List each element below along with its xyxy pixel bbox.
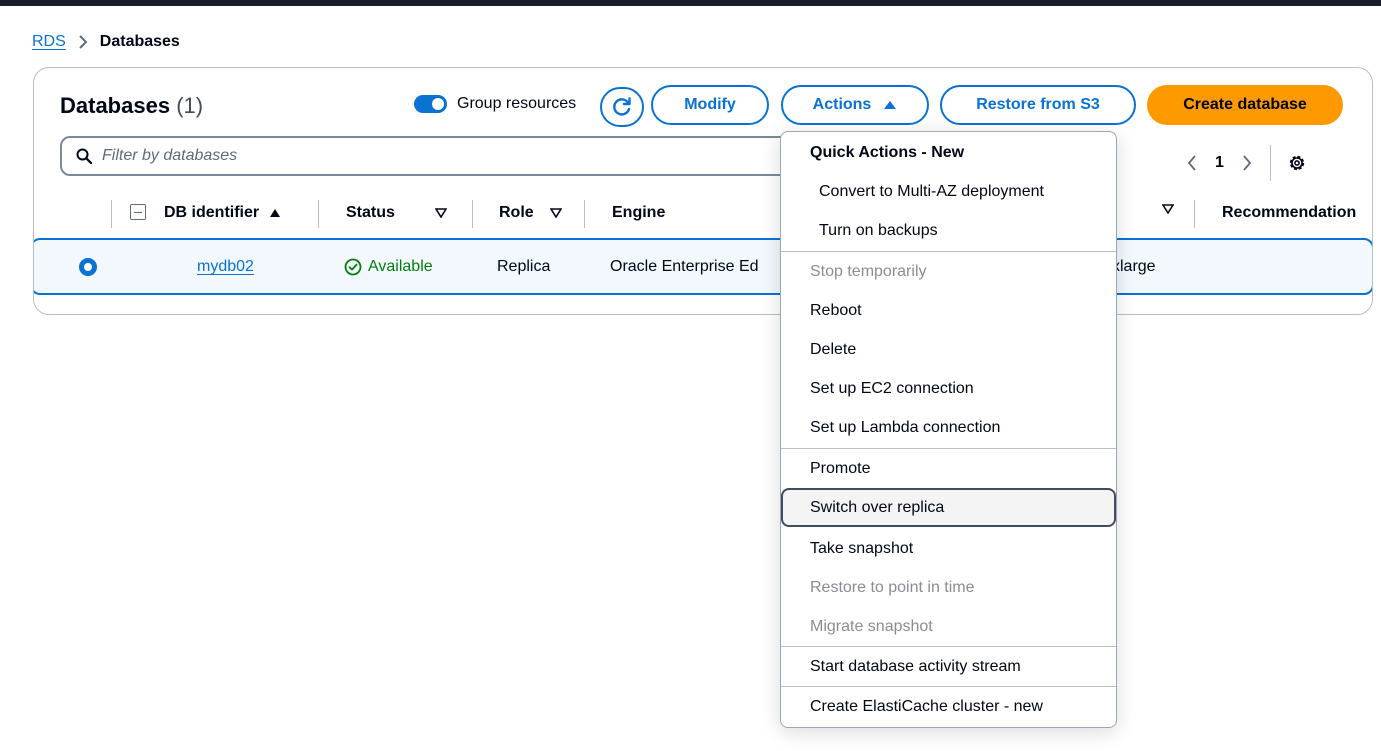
column-label: DB identifier	[164, 204, 260, 221]
restore-from-s3-button[interactable]: Restore from S3	[940, 85, 1136, 125]
gear-icon[interactable]	[1287, 153, 1307, 173]
chevron-right-icon	[78, 34, 88, 50]
column-label: Recommendation	[1222, 204, 1357, 221]
table-header: DB identifier Status Role Engine Recomme…	[34, 194, 1372, 234]
databases-container: Databases (1) Group resources Modify Act…	[33, 67, 1373, 315]
sort-icon	[434, 208, 447, 218]
status-cell: Available	[344, 258, 433, 276]
menu-item-switch-over-replica[interactable]: Switch over replica	[781, 488, 1116, 527]
menu-item-elasticache-cluster[interactable]: Create ElastiCache cluster - new	[781, 687, 1116, 726]
group-resources-toggle[interactable]	[414, 95, 447, 113]
group-resources-label: Group resources	[457, 95, 577, 112]
menu-item-convert-multi-az[interactable]: Convert to Multi-AZ deployment	[781, 172, 1116, 211]
menu-item-lambda-connection[interactable]: Set up Lambda connection	[781, 408, 1116, 447]
menu-item-ec2-connection[interactable]: Set up EC2 connection	[781, 369, 1116, 408]
refresh-icon	[611, 96, 633, 118]
menu-item-reboot[interactable]: Reboot	[781, 291, 1116, 330]
menu-item-delete[interactable]: Delete	[781, 330, 1116, 369]
menu-item-take-snapshot[interactable]: Take snapshot	[781, 529, 1116, 568]
menu-item-activity-stream[interactable]: Start database activity stream	[781, 647, 1116, 686]
group-resources-toggle-wrap: Group resources	[414, 95, 576, 113]
restore-button-label: Restore from S3	[976, 96, 1100, 113]
search-icon	[76, 148, 92, 164]
breadcrumb-current: Databases	[99, 33, 180, 50]
size-cell: xlarge	[1112, 258, 1156, 275]
breadcrumb-rds-link[interactable]: RDS	[32, 33, 66, 51]
column-separator	[584, 200, 585, 228]
page-title-text: Databases	[60, 93, 171, 118]
menu-item-migrate-snapshot: Migrate snapshot	[810, 617, 933, 635]
top-navigation-bar	[0, 0, 1381, 6]
filter-placeholder: Filter by databases	[102, 147, 238, 164]
actions-button-label: Actions	[812, 96, 872, 113]
database-count: (1)	[176, 93, 204, 118]
column-separator	[472, 200, 473, 228]
menu-item-restore-point-in-time: Restore to point in time	[810, 578, 975, 596]
page-title: Databases (1)	[60, 93, 203, 119]
column-header-db-identifier[interactable]: DB identifier	[164, 204, 281, 222]
breadcrumb: RDS Databases	[32, 33, 180, 51]
filter-databases-input[interactable]: Filter by databases	[60, 136, 790, 176]
table-row[interactable]: mydb02 Available Replica Oracle Enterpri…	[34, 238, 1372, 295]
column-separator	[318, 200, 319, 228]
role-cell: Replica	[497, 258, 551, 275]
create-database-button[interactable]: Create database	[1147, 85, 1343, 125]
current-page-number[interactable]: 1	[1215, 154, 1224, 172]
column-label: Role	[499, 204, 534, 221]
column-label: Engine	[612, 204, 666, 221]
collapse-all-icon[interactable]	[130, 204, 146, 220]
caret-up-icon	[883, 100, 897, 110]
status-available-icon	[344, 258, 362, 276]
column-header-recommendation[interactable]: Recommendation	[1222, 204, 1356, 222]
chevron-right-icon[interactable]	[1242, 154, 1252, 172]
menu-item-promote[interactable]: Promote	[781, 449, 1116, 488]
column-header-engine[interactable]: Engine	[612, 204, 665, 222]
refresh-button[interactable]	[600, 87, 644, 127]
column-header-status[interactable]: Status	[346, 204, 447, 222]
chevron-left-icon[interactable]	[1187, 154, 1197, 172]
sort-ascending-icon	[269, 208, 281, 218]
column-header-role[interactable]: Role	[499, 204, 562, 222]
actions-dropdown-menu: Quick Actions - New Convert to Multi-AZ …	[780, 131, 1117, 728]
menu-item-turn-on-backups[interactable]: Turn on backups	[781, 211, 1116, 250]
column-separator	[111, 200, 112, 228]
pagination-divider	[1269, 145, 1271, 181]
modify-button[interactable]: Modify	[651, 85, 769, 125]
engine-cell: Oracle Enterprise Ed	[610, 258, 759, 275]
row-select-radio[interactable]	[79, 258, 97, 276]
menu-group-quick-actions: Quick Actions - New	[810, 143, 965, 161]
menu-item-stop-temporarily: Stop temporarily	[810, 262, 927, 280]
db-identifier-link[interactable]: mydb02	[197, 258, 254, 276]
actions-button[interactable]: Actions	[781, 85, 929, 125]
column-separator	[1194, 200, 1195, 228]
status-text: Available	[368, 258, 433, 275]
column-header-size-sort[interactable]	[1162, 204, 1174, 214]
create-button-label: Create database	[1183, 96, 1307, 113]
sort-icon	[1162, 204, 1174, 214]
pagination: 1	[1187, 145, 1307, 181]
column-label: Status	[346, 204, 395, 221]
modify-button-label: Modify	[684, 96, 736, 113]
sort-icon	[549, 208, 562, 218]
